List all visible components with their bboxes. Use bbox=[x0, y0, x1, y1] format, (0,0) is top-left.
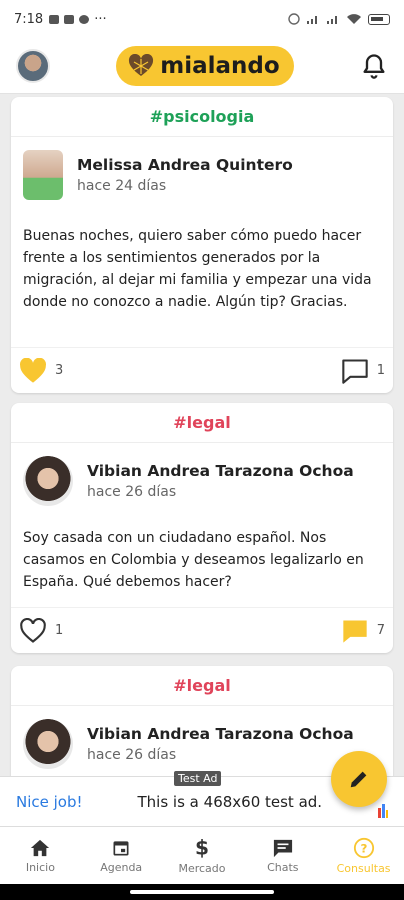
svg-text:?: ? bbox=[360, 841, 367, 855]
nav-inicio[interactable]: Inicio bbox=[0, 827, 81, 884]
post-time: hace 24 días bbox=[77, 178, 167, 194]
nav-label: Mercado bbox=[178, 861, 226, 875]
post-body: Soy casada con un ciudadano español. Nos… bbox=[23, 530, 364, 590]
wifi-icon bbox=[347, 14, 361, 24]
battery-icon bbox=[368, 13, 390, 25]
app-name: mialando bbox=[160, 52, 280, 79]
profile-avatar[interactable] bbox=[16, 48, 50, 83]
nav-mercado[interactable]: $ Mercado bbox=[162, 827, 243, 884]
bottom-nav: Inicio Agenda $ Mercado Chats ? Consulta… bbox=[0, 826, 404, 884]
nav-agenda[interactable]: Agenda bbox=[81, 827, 162, 884]
signal-icon bbox=[307, 16, 317, 24]
app-logo: mialando bbox=[116, 45, 294, 86]
home-gesture-bar[interactable] bbox=[130, 890, 274, 894]
heart-logo-icon bbox=[129, 53, 154, 76]
like-button[interactable]: 3 bbox=[19, 357, 64, 384]
comment-count: 7 bbox=[376, 623, 385, 638]
comment-filled-icon bbox=[343, 620, 367, 643]
posts-feed[interactable]: #psicologia Melissa Andrea Quintero hace… bbox=[0, 94, 404, 826]
adchoices-icon[interactable] bbox=[378, 800, 388, 818]
like-count: 1 bbox=[55, 623, 64, 638]
comment-button[interactable]: 7 bbox=[341, 618, 385, 644]
heart-outline-icon bbox=[20, 617, 46, 643]
calendar-icon bbox=[113, 840, 129, 855]
home-icon bbox=[31, 839, 50, 856]
ad-text[interactable]: This is a 468x60 test ad. bbox=[138, 793, 323, 811]
author-avatar[interactable] bbox=[23, 456, 73, 506]
status-bar: 7:18 ··· bbox=[0, 0, 404, 38]
nav-label: Agenda bbox=[100, 860, 143, 874]
author-avatar[interactable] bbox=[23, 719, 73, 769]
post-actions: 1 7 bbox=[11, 607, 393, 653]
dollar-icon: $ bbox=[195, 837, 209, 859]
author-avatar[interactable] bbox=[23, 150, 63, 200]
messenger-icon bbox=[79, 14, 90, 24]
status-time: 7:18 bbox=[14, 11, 44, 27]
app-bar: mialando bbox=[0, 38, 404, 94]
post-card[interactable]: #psicologia Melissa Andrea Quintero hace… bbox=[11, 97, 393, 393]
comment-button[interactable]: 1 bbox=[341, 358, 385, 384]
chat-icon bbox=[273, 839, 292, 857]
comment-icon bbox=[342, 358, 368, 384]
author-name: Melissa Andrea Quintero bbox=[77, 156, 293, 174]
like-button[interactable]: 1 bbox=[19, 617, 64, 644]
ad-label: Test Ad bbox=[174, 771, 222, 786]
new-post-button[interactable] bbox=[331, 751, 387, 807]
more-notifications: ··· bbox=[94, 11, 107, 27]
post-tag[interactable]: #legal bbox=[11, 403, 393, 443]
post-body: Buenas noches, quiero saber cómo puedo h… bbox=[23, 228, 372, 310]
author-name: Vibian Andrea Tarazona Ochoa bbox=[87, 462, 354, 480]
nav-label: Consultas bbox=[336, 861, 391, 875]
alarm-icon bbox=[288, 13, 300, 25]
system-nav-bar bbox=[0, 884, 404, 900]
nav-label: Inicio bbox=[25, 860, 55, 874]
nav-chats[interactable]: Chats bbox=[242, 827, 323, 884]
pencil-icon bbox=[350, 771, 367, 788]
like-count: 3 bbox=[55, 363, 64, 378]
post-author[interactable]: Vibian Andrea Tarazona Ochoa hace 26 día… bbox=[11, 443, 393, 507]
heart-filled-icon bbox=[20, 357, 46, 383]
post-author[interactable]: Vibian Andrea Tarazona Ochoa hace 26 día… bbox=[11, 706, 393, 770]
post-card[interactable]: #legal Vibian Andrea Tarazona Ochoa hace… bbox=[11, 403, 393, 653]
post-time: hace 26 días bbox=[87, 484, 177, 500]
comment-count: 1 bbox=[376, 363, 385, 378]
post-tag[interactable]: #psicologia bbox=[11, 97, 393, 137]
post-tag[interactable]: #legal bbox=[11, 666, 393, 706]
post-author[interactable]: Melissa Andrea Quintero hace 24 días bbox=[11, 137, 393, 201]
nav-consultas[interactable]: ? Consultas bbox=[323, 827, 404, 884]
post-actions: 3 1 bbox=[11, 347, 393, 393]
notification-icon bbox=[64, 14, 75, 24]
signal-icon bbox=[327, 16, 337, 24]
notification-icon bbox=[49, 14, 60, 24]
author-name: Vibian Andrea Tarazona Ochoa bbox=[87, 725, 354, 743]
bell-icon[interactable] bbox=[360, 52, 388, 80]
nav-label: Chats bbox=[267, 860, 299, 874]
ad-headline[interactable]: Nice job! bbox=[16, 793, 83, 811]
svg-text:$: $ bbox=[195, 837, 209, 859]
help-circle-icon: ? bbox=[353, 837, 374, 858]
post-time: hace 26 días bbox=[87, 747, 177, 763]
